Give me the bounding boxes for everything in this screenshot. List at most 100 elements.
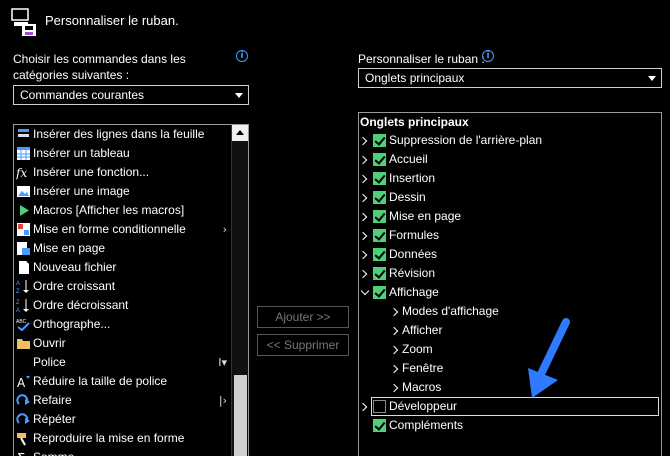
tab-checkbox[interactable]: [373, 153, 386, 166]
command-label: Répéter: [33, 412, 76, 426]
tab-checkbox[interactable]: [373, 229, 386, 242]
command-item[interactable]: A Z Ordre croissant: [14, 277, 231, 296]
chevron-right-icon[interactable]: [389, 307, 399, 317]
add-button[interactable]: Ajouter >>: [257, 306, 349, 328]
tree-group-item[interactable]: Zoom: [359, 340, 661, 359]
tree-item-label: Modes d'affichage: [402, 304, 499, 318]
submenu-arrow-icon: I▾: [218, 356, 227, 369]
ribbon-tabs-tree[interactable]: Onglets principaux Suppression de l'arri…: [358, 112, 662, 456]
scroll-up-button[interactable]: [232, 125, 248, 141]
command-item[interactable]: fx Insérer une fonction...: [14, 163, 231, 182]
command-item[interactable]: Insérer une image: [14, 182, 231, 201]
command-item[interactable]: Macros [Afficher les macros]: [14, 201, 231, 220]
chevron-right-icon[interactable]: [389, 383, 399, 393]
tree-tab-item[interactable]: Dessin: [359, 188, 661, 207]
tab-checkbox[interactable]: [373, 134, 386, 147]
command-item[interactable]: Insérer un tableau: [14, 144, 231, 163]
command-item[interactable]: Police I▾: [14, 353, 231, 372]
chevron-right-icon[interactable]: [359, 193, 368, 203]
commands-category-dropdown[interactable]: Commandes courantes: [13, 85, 249, 105]
tree-tab-item[interactable]: Insertion: [359, 169, 661, 188]
tree-tab-item[interactable]: Révision: [359, 264, 661, 283]
command-label: Macros [Afficher les macros]: [33, 203, 185, 217]
commands-category-value: Commandes courantes: [20, 88, 145, 102]
commands-list-scrollbar[interactable]: [231, 125, 248, 456]
tree-item-label: Afficher: [402, 323, 443, 337]
chevron-right-icon[interactable]: [359, 174, 368, 184]
command-item[interactable]: Σ Somme: [14, 448, 231, 456]
tree-group-item[interactable]: Macros: [359, 378, 661, 397]
tree-tab-item[interactable]: Données: [359, 245, 661, 264]
command-item[interactable]: Reproduire la mise en forme: [14, 429, 231, 448]
tab-checkbox[interactable]: [373, 172, 386, 185]
command-label: Mise en forme conditionnelle: [33, 222, 186, 236]
chevron-right-icon[interactable]: [389, 326, 399, 336]
ribbon-tabs-dropdown[interactable]: Onglets principaux: [358, 68, 662, 88]
command-item[interactable]: A Réduire la taille de police: [14, 372, 231, 391]
command-label: Ouvrir: [33, 336, 66, 350]
tree-tab-item[interactable]: Suppression de l'arrière-plan: [359, 131, 661, 150]
svg-text:Σ: Σ: [17, 452, 25, 456]
chevron-down-icon[interactable]: [360, 286, 370, 296]
chevron-right-icon[interactable]: [389, 345, 399, 355]
tree-item-label: Accueil: [389, 152, 428, 166]
info-icon[interactable]: i: [482, 50, 494, 62]
tree-item-label: Formules: [389, 228, 440, 242]
tree-group-item[interactable]: Afficher: [359, 321, 661, 340]
tab-checkbox[interactable]: [373, 191, 386, 204]
commands-list[interactable]: Insérer des lignes dans la feuille Insére…: [13, 124, 249, 456]
command-label: Orthographe...: [33, 317, 111, 331]
chevron-right-icon[interactable]: [359, 136, 368, 146]
chevron-right-icon[interactable]: [389, 364, 399, 374]
tree-tab-item[interactable]: Mise en page: [359, 207, 661, 226]
info-icon[interactable]: i: [236, 50, 248, 62]
tab-checkbox[interactable]: [373, 248, 386, 261]
tree-item-label: Données: [389, 247, 438, 261]
chevron-right-icon[interactable]: [359, 231, 368, 241]
tree-tab-item[interactable]: Compléments: [359, 416, 661, 435]
command-item[interactable]: Répéter: [14, 410, 231, 429]
tree-tab-item[interactable]: Développeur: [359, 397, 661, 416]
svg-text:Z: Z: [16, 300, 20, 306]
play-macro-icon: [16, 203, 31, 218]
command-label: Ordre croissant: [33, 279, 116, 293]
tab-checkbox[interactable]: [373, 419, 386, 432]
decrease-font-icon: A: [16, 374, 31, 390]
command-item[interactable]: Mise en forme conditionnelle ›: [14, 220, 231, 239]
command-item[interactable]: Insérer des lignes dans la feuille: [14, 125, 231, 144]
page-setup-icon: [16, 241, 31, 256]
remove-button[interactable]: << Supprimer: [257, 334, 349, 356]
tab-checkbox[interactable]: [373, 267, 386, 280]
repeat-icon: [16, 412, 31, 427]
command-item[interactable]: Refaire |›: [14, 391, 231, 410]
chevron-right-icon[interactable]: [359, 402, 368, 412]
tree-group-item[interactable]: Modes d'affichage: [359, 302, 661, 321]
table-icon: [16, 146, 31, 161]
tab-checkbox[interactable]: [373, 210, 386, 223]
command-label: Insérer une fonction...: [33, 165, 150, 179]
chevron-right-icon[interactable]: [359, 155, 368, 165]
tree-tab-item[interactable]: Formules: [359, 226, 661, 245]
command-item[interactable]: Z A Ordre décroissant: [14, 296, 231, 315]
tree-group-item[interactable]: Fenêtre: [359, 359, 661, 378]
command-label: Insérer un tableau: [33, 146, 130, 160]
tree-tab-item[interactable]: Accueil: [359, 150, 661, 169]
tree-item-label: Dessin: [389, 190, 426, 204]
command-item[interactable]: Ouvrir: [14, 334, 231, 353]
tree-tab-item[interactable]: Affichage: [359, 283, 661, 302]
command-item[interactable]: Mise en page: [14, 239, 231, 258]
svg-text:A: A: [16, 281, 20, 287]
command-item[interactable]: Nouveau fichier: [14, 258, 231, 277]
command-label: Ordre décroissant: [33, 298, 129, 312]
command-item[interactable]: ABC Orthographe...: [14, 315, 231, 334]
chevron-right-icon[interactable]: [359, 212, 368, 222]
tab-checkbox[interactable]: [373, 286, 386, 299]
redo-icon: [16, 393, 31, 408]
svg-text:A: A: [16, 308, 20, 313]
chevron-right-icon[interactable]: [359, 269, 368, 279]
chevron-down-icon: [235, 93, 243, 98]
chevron-right-icon[interactable]: [359, 250, 368, 260]
scrollbar-thumb[interactable]: [234, 375, 247, 456]
tree-item-label: Suppression de l'arrière-plan: [389, 133, 543, 147]
tree-item-label: Fenêtre: [402, 361, 444, 375]
